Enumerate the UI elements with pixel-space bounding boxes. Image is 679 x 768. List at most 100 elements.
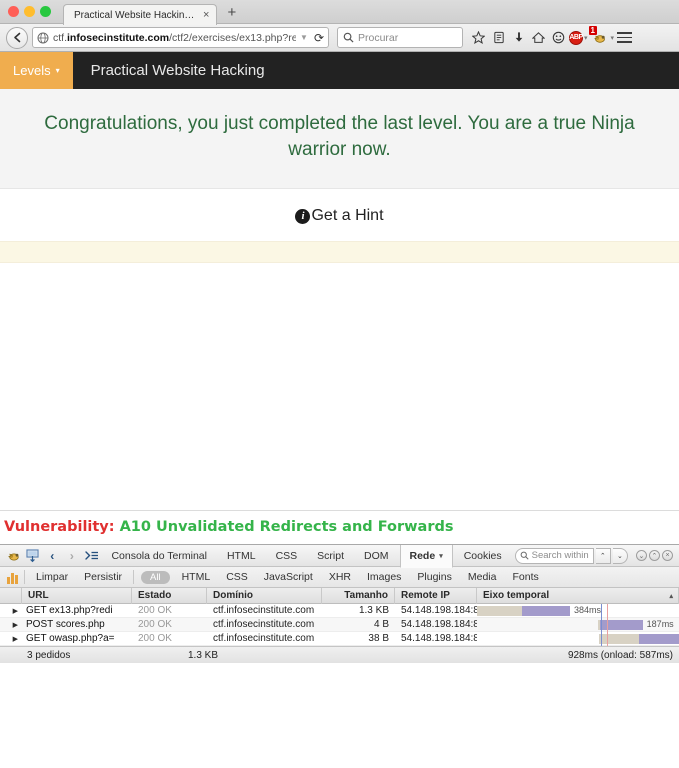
tab-html[interactable]: HTML xyxy=(218,545,265,567)
get-a-hint-button[interactable]: i Get a Hint xyxy=(295,207,384,225)
search-next-button[interactable]: ⌄ xyxy=(612,547,628,564)
filter-fonts[interactable]: Fonts xyxy=(504,571,546,583)
devtools-window-buttons: ⌄ ⌃ × xyxy=(635,550,673,562)
window-close-button[interactable] xyxy=(8,5,19,17)
summary-request-count: 3 pedidos xyxy=(27,649,71,661)
chevron-down-icon[interactable]: ▼ xyxy=(300,33,308,42)
chevron-right-icon: ▶ xyxy=(12,621,18,629)
timing-bar xyxy=(598,619,643,630)
clear-button[interactable]: Limpar xyxy=(28,571,76,583)
chevron-right-icon: › xyxy=(69,548,74,563)
chevron-down-icon[interactable]: ▾ xyxy=(584,34,588,42)
cell-domain: ctf.infosecinstitute.com xyxy=(213,605,315,617)
network-options-bar: Limpar Persistir All HTML CSS JavaScript… xyxy=(0,567,679,589)
firebug-console-jump-button[interactable] xyxy=(83,546,101,566)
page-bottom-filler xyxy=(0,663,679,768)
cell-url: GET owasp.php?a= xyxy=(26,633,115,645)
minimize-panel-button[interactable]: ⌄ xyxy=(635,550,647,562)
inspector-pointer-icon[interactable] xyxy=(24,546,42,566)
column-header-domain[interactable]: Domínio xyxy=(207,587,322,604)
table-row[interactable]: ▶ GET ex13.php?redi 200 OK ctf.infosecin… xyxy=(0,603,679,619)
window-minimize-button[interactable] xyxy=(24,5,35,17)
filter-images[interactable]: Images xyxy=(359,571,409,583)
filter-media[interactable]: Media xyxy=(460,571,505,583)
tab-console[interactable]: Consola do Terminal xyxy=(102,545,216,567)
column-header-timeline[interactable]: Eixo temporal ▴ xyxy=(477,587,679,604)
column-header-url[interactable]: URL xyxy=(22,587,132,604)
window-controls xyxy=(8,0,63,23)
cell-remote-ip: 54.148.198.184:80 xyxy=(401,605,477,617)
row-twisty[interactable]: ▶ xyxy=(0,604,22,618)
bookmark-star-icon[interactable] xyxy=(469,27,488,49)
gutter-header xyxy=(0,587,22,604)
window-zoom-button[interactable] xyxy=(40,5,51,17)
firebug-nav-back-button[interactable]: ‹ xyxy=(43,546,61,566)
timeline-domcontentloaded-marker xyxy=(601,603,603,618)
search-placeholder: Procurar xyxy=(358,31,399,44)
tab-cookies[interactable]: Cookies xyxy=(455,545,511,567)
downloads-icon[interactable] xyxy=(509,27,528,49)
search-bar[interactable]: Procurar xyxy=(337,27,463,48)
filter-plugins[interactable]: Plugins xyxy=(409,571,459,583)
url-path: /ctf2/exercises/ex13.php?redirect=//www.… xyxy=(169,31,297,44)
tab-dom[interactable]: DOM xyxy=(355,545,398,567)
close-icon[interactable]: × xyxy=(203,9,209,21)
column-header-timeline-label: Eixo temporal xyxy=(483,590,550,602)
devtools-search-placeholder: Search within xyxy=(531,550,589,562)
sync-smiley-icon[interactable] xyxy=(549,27,568,49)
site-navbar: Levels ▾ Practical Website Hacking xyxy=(0,52,679,89)
filter-all[interactable]: All xyxy=(141,570,170,584)
persist-button[interactable]: Persistir xyxy=(76,571,130,583)
filter-xhr[interactable]: XHR xyxy=(321,571,359,583)
home-icon[interactable] xyxy=(529,27,548,49)
row-twisty[interactable]: ▶ xyxy=(0,632,22,646)
timeline-onload-marker xyxy=(607,617,609,632)
cell-remote-ip: 54.148.198.184:80 xyxy=(401,633,477,645)
filter-javascript[interactable]: JavaScript xyxy=(256,571,321,583)
table-row[interactable]: ▶ GET owasp.php?a= 200 OK ctf.infosecins… xyxy=(0,631,679,647)
timeline-onload-marker xyxy=(607,603,609,618)
timeline-domcontentloaded-marker xyxy=(601,617,603,632)
firebug-nav-forward-button[interactable]: › xyxy=(63,546,81,566)
cell-size: 1.3 KB xyxy=(358,605,389,617)
tab-network[interactable]: Rede ▾ xyxy=(399,545,453,569)
timeline-onload-marker xyxy=(607,631,609,646)
cell-size: 4 B xyxy=(373,619,389,631)
column-header-size[interactable]: Tamanho xyxy=(322,587,395,604)
tab-network-label: Rede xyxy=(409,550,436,563)
chevron-down-icon[interactable]: ▾ xyxy=(611,34,615,42)
column-header-remote-ip[interactable]: Remote IP xyxy=(395,587,477,604)
network-table-header: URL Estado Domínio Tamanho Remote IP Eix… xyxy=(0,587,679,605)
maximize-panel-button[interactable]: ⌃ xyxy=(648,550,660,562)
browser-tab[interactable]: Practical Website Hacking - Exer... × xyxy=(63,4,218,25)
hamburger-menu-icon[interactable] xyxy=(615,27,634,49)
cell-status: 200 OK xyxy=(138,605,172,617)
adblock-plus-button[interactable]: ABP ▾ xyxy=(569,30,588,45)
cell-status: 200 OK xyxy=(138,633,172,645)
url-bar[interactable]: ctf.infosecinstitute.com/ctf2/exercises/… xyxy=(32,27,329,48)
tab-css[interactable]: CSS xyxy=(267,545,307,567)
site-brand[interactable]: Practical Website Hacking xyxy=(73,52,265,89)
filter-html[interactable]: HTML xyxy=(174,571,219,583)
devtools-search-input[interactable]: Search within xyxy=(514,547,594,564)
summary-total-time: 928ms (onload: 587ms) xyxy=(567,649,673,661)
close-panel-button[interactable]: × xyxy=(661,550,673,562)
timing-label: 187ms xyxy=(646,618,674,629)
reload-icon[interactable]: ⟳ xyxy=(312,31,324,45)
firebug-bug-icon[interactable] xyxy=(4,546,22,566)
new-tab-button[interactable]: + xyxy=(227,4,236,21)
levels-dropdown-button[interactable]: Levels ▾ xyxy=(0,52,73,89)
reading-list-icon[interactable] xyxy=(489,27,508,49)
column-header-status[interactable]: Estado xyxy=(132,587,207,604)
search-icon xyxy=(520,551,529,560)
row-twisty[interactable]: ▶ xyxy=(0,618,22,632)
chevron-right-icon: ▶ xyxy=(12,607,18,615)
search-prev-button[interactable]: ⌃ xyxy=(595,547,611,564)
firebug-toolbar-button[interactable]: 1 xyxy=(588,25,609,49)
tab-script[interactable]: Script xyxy=(308,545,353,567)
cell-domain: ctf.infosecinstitute.com xyxy=(213,619,315,631)
cell-domain: ctf.infosecinstitute.com xyxy=(213,633,315,645)
filter-css[interactable]: CSS xyxy=(218,571,256,583)
back-button[interactable] xyxy=(6,26,28,49)
table-row[interactable]: ▶ POST scores.php 200 OK ctf.infosecinst… xyxy=(0,617,679,633)
